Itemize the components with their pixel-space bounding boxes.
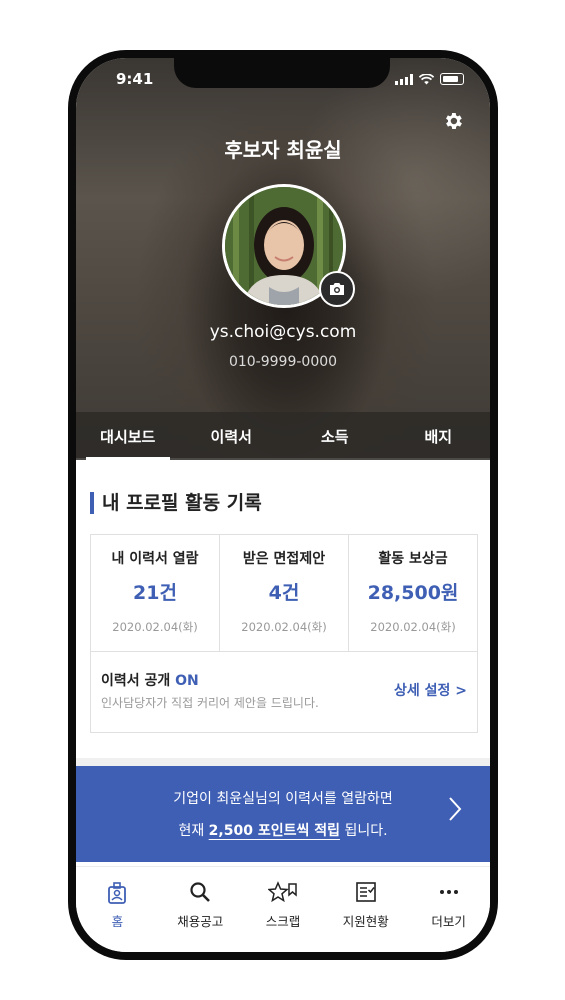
resume-open-label: 이력서 공개 [101, 673, 171, 689]
tab-income[interactable]: 소득 [283, 412, 387, 460]
banner-line-1: 기업이 최윤실님의 이력서를 열람하면 [173, 791, 393, 807]
star-bookmark-icon [267, 881, 298, 907]
nav-label: 지원현황 [342, 914, 389, 929]
home-badge-icon [107, 881, 127, 907]
nav-scrap[interactable]: 스크랩 [242, 867, 325, 952]
tab-badge[interactable]: 배지 [387, 412, 491, 460]
stat-date: 2020.02.04(화) [112, 620, 198, 634]
resume-open-panel: 이력서 공개 ON 인사담당자가 직접 커리어 제안을 드립니다. 상세 설정 … [90, 650, 478, 733]
nav-label: 홈 [111, 914, 124, 929]
stat-label: 활동 보상금 [378, 551, 448, 567]
stat-date: 2020.02.04(화) [370, 620, 456, 634]
stat-value: 28,500원 [367, 582, 459, 604]
search-icon [189, 881, 211, 907]
page-title: 후보자 최윤실 [224, 138, 342, 162]
status-icons [395, 73, 464, 85]
banner-prefix: 현재 [178, 823, 205, 839]
stat-resume-views[interactable]: 내 이력서 열람 21건 2020.02.04(화) [91, 535, 220, 651]
nav-home[interactable]: 홈 [76, 867, 159, 952]
stat-rewards[interactable]: 활동 보상금 28,500원 2020.02.04(화) [349, 535, 477, 651]
stat-date: 2020.02.04(화) [241, 620, 327, 634]
stat-label: 내 이력서 열람 [111, 551, 199, 567]
nav-label: 채용공고 [177, 914, 224, 929]
chevron-right-icon[interactable] [448, 796, 462, 829]
nav-label: 더보기 [431, 914, 466, 929]
camera-icon[interactable] [319, 271, 355, 307]
section-divider [76, 758, 490, 766]
stat-value: 4건 [268, 582, 300, 604]
resume-open-description: 인사담당자가 직접 커리어 제안을 드립니다. [101, 696, 319, 710]
activity-stats: 내 이력서 열람 21건 2020.02.04(화) 받은 면접제안 4건 20… [90, 534, 478, 652]
nav-jobs[interactable]: 채용공고 [159, 867, 242, 952]
tab-dashboard[interactable]: 대시보드 [76, 412, 180, 460]
status-bar: 9:41 [76, 70, 490, 90]
checklist-icon [355, 881, 377, 907]
profile-phone: 010-9999-0000 [228, 354, 338, 370]
phone-frame: 9:41 후보자 최윤실 ys.choi@cys.com 010-9999-00… [68, 50, 498, 960]
detail-settings-link[interactable]: 상세 설정 > [394, 680, 467, 700]
banner-line-2: 현재 2,500 포인트씩 적립 됩니다. [76, 820, 490, 840]
signal-icon [395, 74, 413, 85]
app-screen: 9:41 후보자 최윤실 ys.choi@cys.com 010-9999-00… [76, 58, 490, 952]
tab-resume[interactable]: 이력서 [180, 412, 284, 460]
status-time: 9:41 [116, 70, 154, 88]
profile-email: ys.choi@cys.com [209, 322, 357, 342]
stat-label: 받은 면접제안 [242, 551, 326, 567]
resume-open-title: 이력서 공개 ON [101, 670, 199, 690]
stat-value: 21건 [133, 582, 177, 604]
section-title: 내 프로필 활동 기록 [90, 492, 262, 514]
stat-interview-offers[interactable]: 받은 면접제안 4건 2020.02.04(화) [220, 535, 349, 651]
banner-points: 2,500 포인트씩 적립 [208, 823, 340, 839]
wifi-icon [419, 74, 434, 85]
points-banner[interactable]: 기업이 최윤실님의 이력서를 열람하면 현재 2,500 포인트씩 적립 됩니다… [76, 766, 490, 862]
banner-suffix: 됩니다. [344, 823, 388, 839]
bottom-nav: 홈 채용공고 스크랩 지원현황 더보기 [76, 866, 490, 952]
tab-bar: 대시보드 이력서 소득 배지 [76, 412, 490, 460]
nav-more[interactable]: 더보기 [407, 867, 490, 952]
nav-applications[interactable]: 지원현황 [324, 867, 407, 952]
resume-open-status[interactable]: ON [175, 673, 199, 689]
more-icon [438, 881, 460, 907]
battery-icon [440, 73, 464, 85]
nav-label: 스크랩 [265, 914, 301, 929]
